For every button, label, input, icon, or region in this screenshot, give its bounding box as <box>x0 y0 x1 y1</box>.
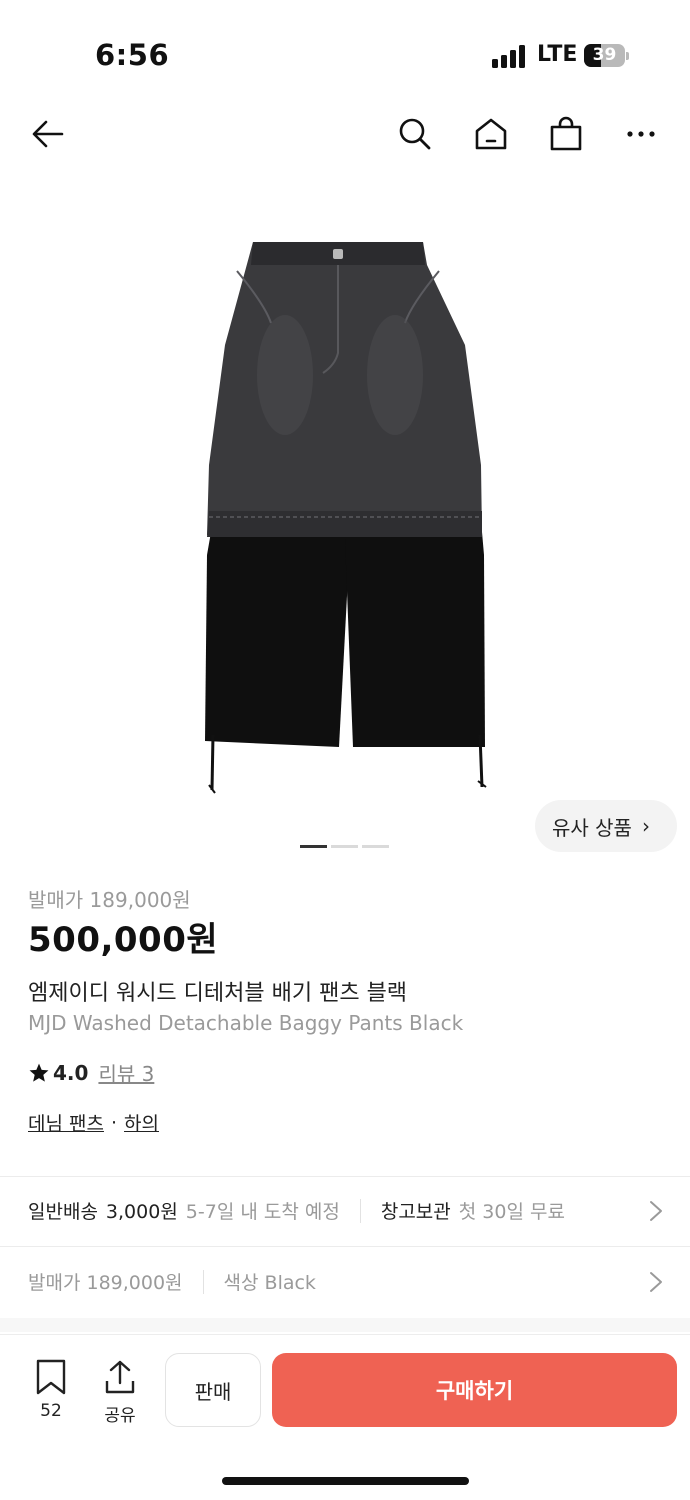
shopping-bag-icon[interactable] <box>544 112 588 156</box>
home-indicator[interactable] <box>222 1477 469 1485</box>
bookmark-count: 52 <box>40 1401 62 1421</box>
storage-label: 창고보관 <box>380 1201 451 1223</box>
pager-dot <box>331 845 358 848</box>
battery-level: 39 <box>592 45 617 65</box>
bookmark-button[interactable]: 52 <box>26 1359 76 1421</box>
release-price-label: 발매가 189,000원 <box>28 888 191 912</box>
options-row[interactable]: 발매가 189,000원 색상 Black <box>28 1268 316 1295</box>
rating: 4.0 리뷰 3 <box>28 1058 154 1087</box>
share-label: 공유 <box>104 1406 136 1426</box>
divider <box>0 1176 690 1177</box>
section-spacer <box>0 1318 690 1332</box>
pager-dot <box>362 845 389 848</box>
chevron-right-icon[interactable] <box>649 1200 663 1222</box>
category-link-denim-pants[interactable]: 데님 팬츠 <box>28 1109 104 1136</box>
share-button[interactable]: 공유 <box>95 1359 145 1426</box>
back-arrow-icon[interactable] <box>26 112 70 156</box>
home-icon[interactable] <box>469 112 513 156</box>
bottom-action-bar: 52 공유 판매 구매하기 <box>0 1334 690 1500</box>
product-name-ko: 엠제이디 워시드 디테처블 배기 팬츠 블랙 <box>28 981 408 1006</box>
chevron-right-icon: › <box>641 814 650 838</box>
category-separator: · <box>110 1111 118 1134</box>
share-icon <box>105 1360 135 1394</box>
buy-button[interactable]: 구매하기 <box>272 1353 677 1427</box>
product-image[interactable] <box>195 235 495 800</box>
status-bar: 6:56 LTE 39 <box>0 0 690 100</box>
bookmark-icon <box>36 1359 66 1395</box>
reviews-link[interactable]: 리뷰 3 <box>98 1058 154 1087</box>
search-icon[interactable] <box>393 112 437 156</box>
network-label: LTE <box>537 42 578 67</box>
similar-products-label: 유사 상품 <box>552 815 632 840</box>
shipping-eta: 5-7일 내 도착 예정 <box>185 1201 340 1223</box>
shipping-type: 일반배송 <box>28 1201 98 1223</box>
category-breadcrumb: 데님 팬츠 · 하의 <box>28 1109 159 1136</box>
more-icon[interactable] <box>619 112 663 156</box>
sell-button[interactable]: 판매 <box>165 1353 261 1427</box>
signal-icon <box>492 44 526 68</box>
image-pager <box>300 845 389 849</box>
row-separator <box>202 1269 204 1294</box>
option-release-price: 발매가 189,000원 <box>28 1272 183 1294</box>
status-time: 6:56 <box>95 38 170 72</box>
divider <box>0 1246 690 1247</box>
category-link-bottoms[interactable]: 하의 <box>124 1109 159 1136</box>
similar-products-button[interactable]: 유사 상품 › <box>535 800 677 852</box>
option-color: 색상 Black <box>223 1272 316 1294</box>
row-separator <box>359 1198 361 1223</box>
star-icon <box>29 1063 49 1082</box>
storage-detail: 첫 30일 무료 <box>458 1201 565 1223</box>
chevron-right-icon[interactable] <box>649 1271 663 1293</box>
shipping-row[interactable]: 일반배송 3,000원 5-7일 내 도착 예정 창고보관 첫 30일 무료 <box>28 1197 565 1224</box>
product-name-en: MJD Washed Detachable Baggy Pants Black <box>28 1011 464 1035</box>
shipping-cost: 3,000원 <box>105 1201 178 1223</box>
product-price: 500,000원 <box>28 920 219 960</box>
pager-dot-active <box>300 845 327 848</box>
battery-icon: 39 <box>584 44 629 67</box>
rating-score: 4.0 <box>53 1060 89 1085</box>
